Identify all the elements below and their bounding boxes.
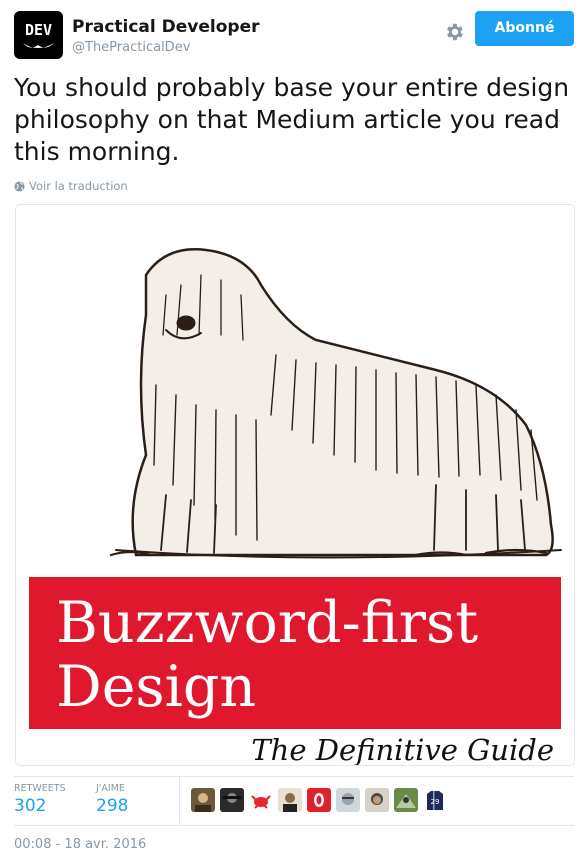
book-subtitle: The Definitive Guide [251,733,554,766]
liker-avatar[interactable] [307,788,331,812]
following-button[interactable]: Abonné [475,11,574,46]
translate-label: Voir la traduction [29,179,128,193]
globe-icon [14,181,25,192]
liker-avatar[interactable] [394,788,418,812]
retweets-count: 302 [14,796,47,816]
book-cover-banner: Buzzword-first Design [29,577,561,729]
liker-avatar[interactable] [191,788,215,812]
liker-avatar[interactable] [278,788,302,812]
dev-logo-mustache-icon [23,43,54,48]
dev-logo-text: DEV [24,21,53,39]
stats-divider [179,777,180,825]
tweet-stats: RETWEETS 302 J'AIME 298 29 [14,776,574,826]
liker-avatar[interactable] [365,788,389,812]
liker-avatar[interactable] [336,788,360,812]
account-avatar[interactable]: DEV [14,11,63,59]
retweet-stat[interactable]: RETWEETS 302 [14,783,66,816]
account-handle[interactable]: @ThePracticalDev [72,40,190,55]
like-stat[interactable]: J'AIME 298 [96,783,128,816]
tweet-media-image[interactable]: Buzzword-first Design The Definitive Gui… [15,204,575,766]
tweet-text: You should probably base your entire des… [14,73,570,166]
sheepdog-illustration [109,248,562,559]
book-title: Buzzword-first Design [56,591,556,719]
svg-text:29: 29 [431,798,440,806]
book-title-line-1: Buzzword-first [56,590,479,656]
book-title-line-2: Design [56,654,257,720]
likes-count: 298 [96,796,129,816]
likes-label: J'AIME [96,783,125,794]
translate-link[interactable]: Voir la traduction [14,179,128,193]
liker-avatar[interactable] [220,788,244,812]
gear-icon[interactable] [443,21,465,43]
tweet-header: DEV Practical Developer @ThePracticalDev… [14,11,574,59]
liker-avatar[interactable] [249,788,273,812]
retweets-label: RETWEETS [14,783,66,794]
account-name[interactable]: Practical Developer [72,17,259,37]
tweet-timestamp[interactable]: 00:08 - 18 avr. 2016 [14,837,146,852]
liker-avatar[interactable]: 29 [423,788,447,812]
